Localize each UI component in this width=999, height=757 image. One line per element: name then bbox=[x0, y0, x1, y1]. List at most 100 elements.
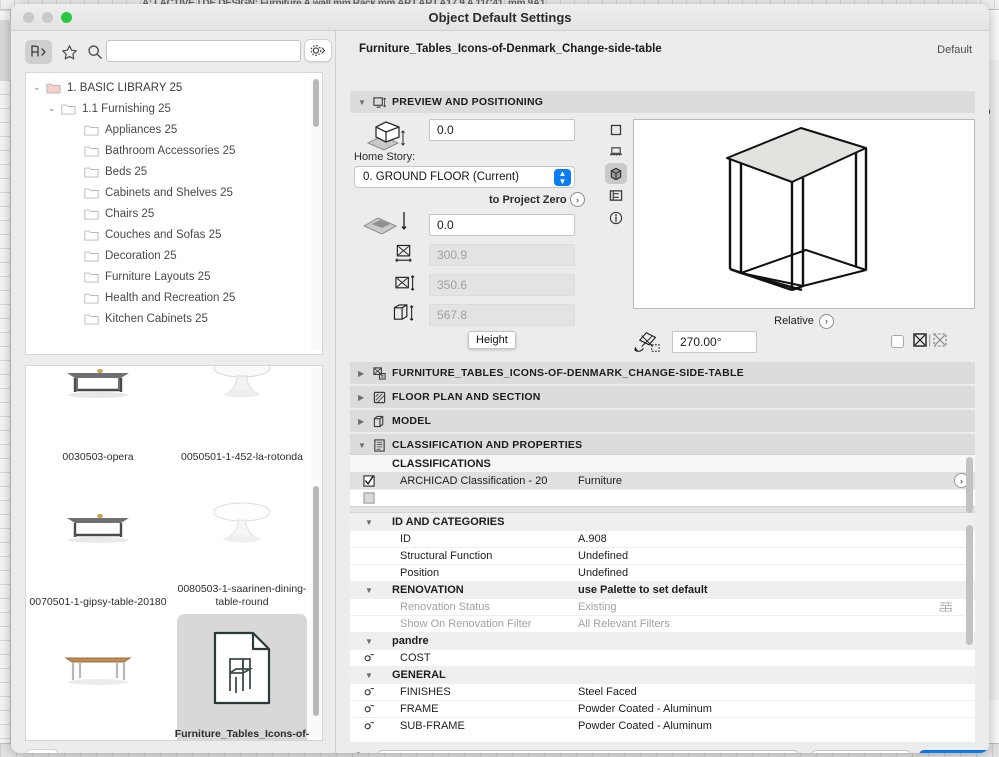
thumbnail-item[interactable]: 0030503-opera bbox=[26, 365, 170, 467]
rotation-angle-input[interactable]: 270.00° bbox=[672, 331, 757, 353]
chevron-down-icon[interactable]: ⌄ bbox=[48, 103, 61, 114]
library-manager-icon[interactable] bbox=[25, 749, 59, 753]
property-row-icon bbox=[350, 653, 388, 663]
table-divider bbox=[350, 506, 975, 513]
property-value: Furniture bbox=[578, 475, 954, 487]
checkbox-checked-icon[interactable] bbox=[363, 475, 375, 487]
property-row[interactable] bbox=[350, 489, 975, 506]
property-row-icon bbox=[350, 721, 388, 731]
tree-scrollbar[interactable] bbox=[313, 79, 319, 127]
elevation-home-story-input[interactable]: 0.0 bbox=[429, 119, 575, 141]
section-model[interactable]: ▶ MODEL bbox=[350, 410, 975, 432]
property-row[interactable]: Structural FunctionUndefined bbox=[350, 547, 975, 564]
property-row[interactable]: COST bbox=[350, 649, 975, 666]
tree-item[interactable]: Kitchen Cabinets 25 bbox=[26, 308, 322, 329]
property-row[interactable]: FRAMEPowder Coated - Aluminum bbox=[350, 700, 975, 717]
search-icon[interactable] bbox=[81, 40, 108, 64]
relative-chevron-icon[interactable]: › bbox=[819, 314, 834, 329]
layers-icon[interactable] bbox=[348, 752, 372, 753]
triangle-down-icon[interactable]: ▼ bbox=[365, 516, 373, 528]
favorites-star-icon[interactable] bbox=[56, 40, 83, 64]
thumbnail-item[interactable]: 0070501-1-gipsy-table-20180 bbox=[26, 467, 170, 612]
tree-item[interactable]: ⌄ 1. BASIC LIBRARY 25 bbox=[26, 77, 322, 98]
property-row[interactable]: ▼RENOVATIONuse Palette to set default bbox=[350, 581, 975, 598]
property-row[interactable]: ▼ID AND CATEGORIES bbox=[350, 513, 975, 530]
tree-item[interactable]: Decoration 25 bbox=[26, 245, 322, 266]
property-name: COST bbox=[388, 652, 578, 664]
triangle-down-icon[interactable]: ▼ bbox=[365, 635, 373, 647]
tree-item[interactable]: Appliances 25 bbox=[26, 119, 322, 140]
triangle-down-icon[interactable]: ▼ bbox=[365, 584, 373, 596]
property-value: Undefined bbox=[578, 567, 975, 579]
section-preview-and-positioning[interactable]: ▼ PREVIEW AND POSITIONING bbox=[350, 91, 975, 113]
bounding-box-icon[interactable] bbox=[933, 333, 947, 347]
thumbnail-item[interactable]: 0080503-1-saarinen-dining-table-round bbox=[170, 467, 314, 612]
property-name: FINISHES bbox=[388, 686, 578, 698]
properties-table[interactable]: CLASSIFICATIONS ARCHICAD Classification -… bbox=[350, 454, 975, 742]
property-row-icon bbox=[350, 475, 388, 487]
mirror-checkbox[interactable] bbox=[891, 335, 904, 348]
gear-icon[interactable] bbox=[304, 39, 332, 62]
section-floor-plan-and-section[interactable]: ▶ FLOOR PLAN AND SECTION bbox=[350, 386, 975, 408]
search-input[interactable] bbox=[106, 40, 301, 62]
property-row[interactable]: SUB-FRAMEPowder Coated - Aluminum bbox=[350, 717, 975, 734]
section-tab[interactable] bbox=[605, 185, 627, 206]
property-row[interactable]: ▼pandre bbox=[350, 632, 975, 649]
tree-item[interactable]: Couches and Sofas 25 bbox=[26, 224, 322, 245]
tree-item[interactable]: Chairs 25 bbox=[26, 203, 322, 224]
chair-tool-icon[interactable] bbox=[25, 40, 52, 64]
property-name: CLASSIFICATIONS bbox=[388, 458, 578, 470]
property-name: SUB-FRAME bbox=[388, 720, 578, 732]
classification-icon bbox=[373, 439, 386, 452]
info-tab[interactable] bbox=[605, 207, 627, 228]
thumbnail-item[interactable]: 0050501-1-452-la-rotonda bbox=[170, 365, 314, 467]
property-row[interactable]: CLASSIFICATIONS bbox=[350, 455, 975, 472]
brick-icon bbox=[939, 601, 953, 613]
tree-item[interactable]: Beds 25 bbox=[26, 161, 322, 182]
checkbox-unchecked-icon[interactable] bbox=[363, 492, 375, 504]
tree-item[interactable]: Cabinets and Shelves 25 bbox=[26, 182, 322, 203]
triangle-down-icon[interactable]: ▼ bbox=[365, 669, 373, 681]
property-name: Position bbox=[388, 567, 578, 579]
elevation-tab[interactable] bbox=[605, 141, 627, 162]
thumbnail-scrollbar[interactable] bbox=[313, 486, 319, 716]
property-row[interactable]: ▼GENERAL bbox=[350, 666, 975, 683]
stepper-icon[interactable]: ▲▼ bbox=[554, 169, 571, 186]
library-toolbar bbox=[11, 36, 336, 68]
section-object-parameters[interactable]: ▶ FURNITURE_TABLES_ICONS-OF-DENMARK_CHAN… bbox=[350, 362, 975, 384]
tree-item[interactable]: ⌄ 1.1 Furnishing 25 bbox=[26, 98, 322, 119]
width-input[interactable]: 300.9 bbox=[429, 244, 575, 266]
home-story-select[interactable]: 0. GROUND FLOOR (Current) ▲▼ bbox=[354, 166, 575, 188]
properties-scrollbar[interactable] bbox=[966, 525, 973, 645]
layer-selector[interactable]: A_FLOOR_FURNITURE.3D › bbox=[378, 750, 798, 753]
library-thumbnail-grid[interactable]: 0030503-opera0050501-1-452-la-rotonda007… bbox=[25, 365, 323, 741]
ok-button[interactable]: OK bbox=[919, 750, 989, 753]
tree-item[interactable]: Bathroom Accessories 25 bbox=[26, 140, 322, 161]
anchor-point-icon[interactable] bbox=[913, 333, 927, 347]
elevation-project-zero-input[interactable]: 0.0 bbox=[429, 214, 575, 236]
chevron-down-icon[interactable]: ⌄ bbox=[33, 82, 46, 93]
cancel-button[interactable]: Cancel bbox=[811, 750, 911, 753]
property-row[interactable]: FINISHESSteel Faced bbox=[350, 683, 975, 700]
window-titlebar: Object Default Settings bbox=[11, 4, 989, 31]
thumbnail-item[interactable]: Furniture_Tables_Icons-of-Denmark_Change… bbox=[170, 612, 314, 741]
section-classification-and-properties[interactable]: ▼ CLASSIFICATION AND PROPERTIES bbox=[350, 434, 975, 456]
3d-view-tab[interactable] bbox=[605, 163, 627, 184]
depth-input[interactable]: 350.6 bbox=[429, 274, 575, 296]
tree-item[interactable]: Furniture Layouts 25 bbox=[26, 266, 322, 287]
object-3d-preview[interactable] bbox=[633, 119, 975, 309]
2d-symbol-tab[interactable] bbox=[605, 119, 627, 140]
thumbnail-item[interactable]: 0330501-1-aston bbox=[26, 612, 170, 741]
property-row[interactable]: Renovation StatusExisting bbox=[350, 598, 975, 615]
link-icon bbox=[363, 687, 376, 697]
classifications-scrollbar[interactable] bbox=[966, 457, 973, 513]
tree-item[interactable]: Health and Recreation 25 bbox=[26, 287, 322, 308]
to-project-zero-chevron-icon[interactable]: › bbox=[570, 192, 585, 207]
library-tree[interactable]: ⌄ 1. BASIC LIBRARY 25⌄ 1.1 Furnishing 25… bbox=[25, 72, 323, 355]
property-row[interactable]: PositionUndefined bbox=[350, 564, 975, 581]
property-row[interactable]: Show On Renovation FilterAll Relevant Fi… bbox=[350, 615, 975, 632]
property-row[interactable]: ARCHICAD Classification - 20Furniture› bbox=[350, 472, 975, 489]
preview-view-tabs[interactable] bbox=[605, 119, 627, 229]
height-input[interactable]: 567.8 bbox=[429, 304, 575, 326]
property-row[interactable]: IDA.908 bbox=[350, 530, 975, 547]
